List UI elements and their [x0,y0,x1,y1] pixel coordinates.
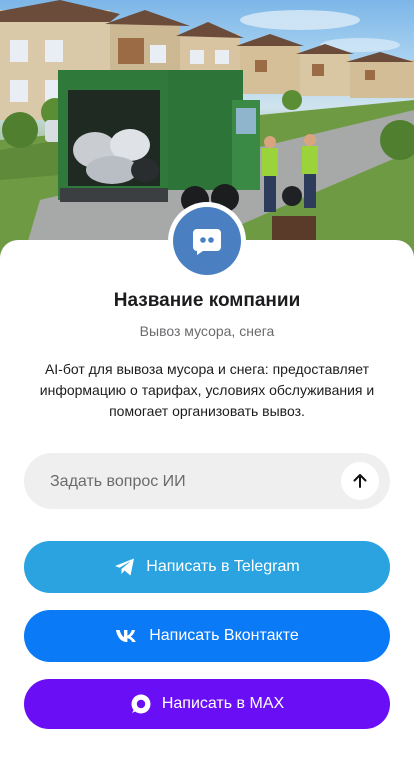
max-icon [130,693,152,715]
chat-bubble-icon [190,224,224,258]
vk-icon [115,629,139,643]
company-subtitle: Вывоз мусора, снега [139,323,275,339]
ask-ai-bar [24,453,390,511]
max-button[interactable]: Написать в MAX [24,679,390,729]
company-description: AI-бот для вывоза мусора и снега: предос… [39,361,375,419]
company-name: Название компании [113,290,301,311]
send-button[interactable] [341,462,379,500]
telegram-icon [114,557,136,577]
max-button-label: Написать в MAX [161,695,285,712]
vk-button[interactable]: Написать Вконтакте [24,610,390,662]
avatar [168,202,246,280]
vk-button-label: Написать Вконтакте [149,627,299,644]
avatar-circle [173,207,241,275]
arrow-up-icon [351,472,369,490]
telegram-button[interactable]: Написать в Telegram [24,541,390,593]
ask-ai-input[interactable] [48,453,352,511]
telegram-button-label: Написать в Telegram [146,558,300,575]
